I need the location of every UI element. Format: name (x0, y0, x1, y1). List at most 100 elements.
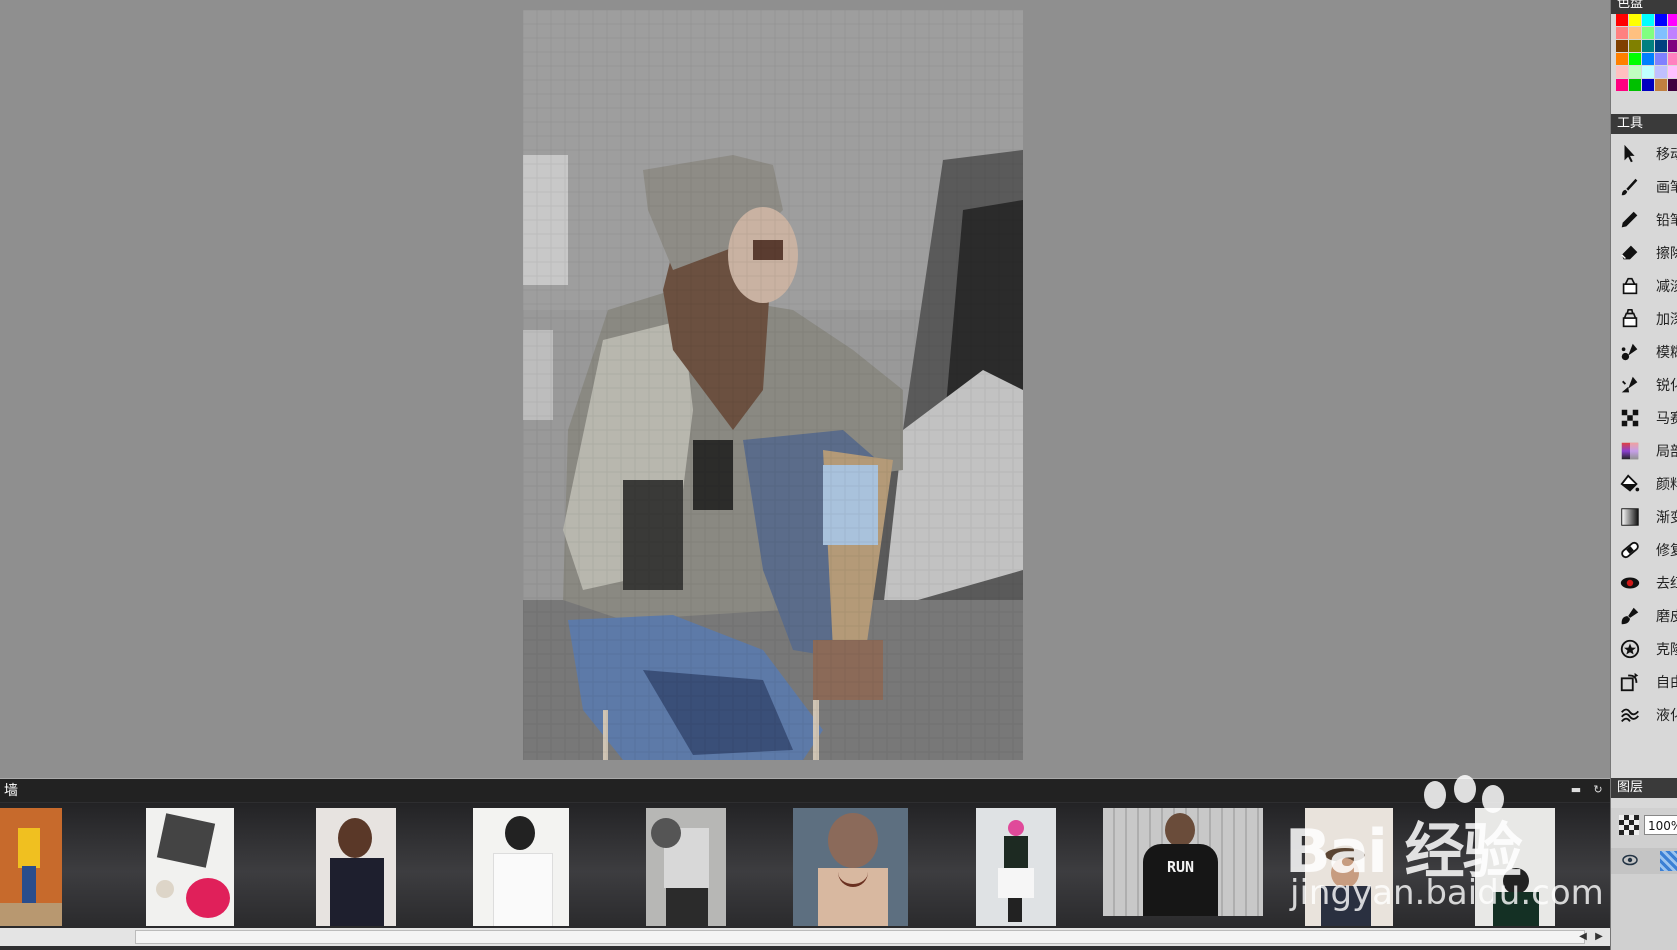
tool-dodge-bucket[interactable]: 减淡 (1611, 269, 1677, 302)
color-palette (1616, 14, 1677, 91)
palette-swatch[interactable] (1655, 66, 1667, 78)
thumbnail[interactable] (473, 808, 569, 926)
palette-swatch[interactable] (1642, 66, 1654, 78)
palette-swatch[interactable] (1616, 79, 1628, 91)
tool-label: 颜料 (1656, 476, 1677, 493)
wall-header: 墙 ▬ ↻ (0, 778, 1610, 802)
palette-swatch[interactable] (1655, 27, 1667, 39)
palette-swatch[interactable] (1668, 27, 1677, 39)
eye-icon[interactable] (1622, 854, 1638, 870)
red-eye-icon (1619, 572, 1641, 594)
palette-swatch[interactable] (1655, 14, 1667, 26)
thumbnail-strip: RUN (0, 803, 1610, 928)
tool-label: 马赛克 (1656, 410, 1677, 427)
smooth-skin-icon (1619, 605, 1641, 627)
scroll-left-arrow[interactable]: ◀ (1576, 929, 1590, 945)
palette-swatch[interactable] (1629, 40, 1641, 52)
local-color-icon (1619, 440, 1641, 462)
palette-swatch[interactable] (1629, 53, 1641, 65)
mosaic-icon (1619, 407, 1641, 429)
scroll-right-arrow[interactable]: ▶ (1592, 929, 1606, 945)
thumbnail[interactable] (1475, 808, 1555, 926)
eraser-icon (1619, 242, 1641, 264)
tool-paint-bucket[interactable]: 颜料 (1611, 467, 1677, 500)
tool-label: 模糊 (1656, 344, 1677, 361)
tool-move-arrow[interactable]: 移动 (1611, 137, 1677, 170)
tool-pencil[interactable]: 铅笔 (1611, 203, 1677, 236)
palette-swatch[interactable] (1668, 79, 1677, 91)
tool-bandage[interactable]: 修复 (1611, 533, 1677, 566)
palette-swatch[interactable] (1668, 66, 1677, 78)
brush-icon (1619, 176, 1641, 198)
palette-swatch[interactable] (1642, 53, 1654, 65)
tool-label: 擦除 (1656, 245, 1677, 262)
edited-photo[interactable] (523, 10, 1023, 760)
layers-panel: 100% (1611, 808, 1677, 950)
tool-free-transform[interactable]: 自由变换 (1611, 665, 1677, 698)
palette-swatch[interactable] (1642, 40, 1654, 52)
scrollbar-thumb[interactable] (135, 930, 1585, 944)
tool-local-color[interactable]: 局部 (1611, 434, 1677, 467)
tool-blur-drops[interactable]: 模糊 (1611, 335, 1677, 368)
tool-burn-bucket[interactable]: 加深 (1611, 302, 1677, 335)
blur-drops-icon (1619, 341, 1641, 363)
palette-swatch[interactable] (1616, 40, 1628, 52)
palette-swatch[interactable] (1629, 27, 1641, 39)
thumbnail[interactable] (976, 808, 1056, 926)
palette-swatch[interactable] (1655, 40, 1667, 52)
wall-panel: 墙 ▬ ↻ RUN ◀ ▶ (0, 778, 1610, 950)
tool-smooth-skin[interactable]: 磨皮 (1611, 599, 1677, 632)
paint-bucket-icon (1619, 473, 1641, 495)
thumbnail[interactable]: RUN (1103, 808, 1263, 916)
tool-liquify[interactable]: 液化 (1611, 698, 1677, 731)
palette-swatch[interactable] (1642, 27, 1654, 39)
right-panel: 色盘 工具 移动画笔铅笔擦除减淡加深模糊锐化马赛克局部颜料渐变修复去红眼磨皮克隆… (1610, 0, 1677, 950)
tool-eraser[interactable]: 擦除 (1611, 236, 1677, 269)
opacity-field[interactable]: 100% (1644, 815, 1677, 835)
layer-row[interactable] (1611, 848, 1677, 874)
palette-swatch[interactable] (1616, 66, 1628, 78)
canvas-area[interactable] (0, 0, 1610, 778)
free-transform-icon (1619, 671, 1641, 693)
thumbnail[interactable] (0, 808, 62, 926)
tool-label: 移动 (1656, 146, 1677, 163)
tool-label: 渐变 (1656, 509, 1677, 526)
hoodie-text: RUN (1166, 858, 1195, 876)
palette-swatch[interactable] (1668, 53, 1677, 65)
palette-swatch[interactable] (1642, 14, 1654, 26)
thumbnail[interactable] (316, 808, 396, 926)
tool-brush[interactable]: 画笔 (1611, 170, 1677, 203)
palette-swatch[interactable] (1616, 14, 1628, 26)
layer-thumbnail[interactable] (1660, 851, 1677, 871)
palette-swatch[interactable] (1642, 79, 1654, 91)
palette-swatch[interactable] (1655, 79, 1667, 91)
tool-label: 局部 (1656, 443, 1677, 460)
tool-red-eye[interactable]: 去红眼 (1611, 566, 1677, 599)
thumbnail[interactable] (646, 808, 726, 926)
tool-label: 画笔 (1656, 179, 1677, 196)
tool-sharpen-drops[interactable]: 锐化 (1611, 368, 1677, 401)
layer-grid-icon[interactable] (1619, 815, 1639, 835)
refresh-icon[interactable]: ↻ (1590, 782, 1606, 798)
clone-stamp-icon (1619, 638, 1641, 660)
palette-swatch[interactable] (1616, 53, 1628, 65)
tool-label: 磨皮 (1656, 608, 1677, 625)
folder-icon[interactable]: ▬ (1568, 782, 1584, 798)
palette-swatch[interactable] (1629, 66, 1641, 78)
palette-swatch[interactable] (1668, 40, 1677, 52)
palette-swatch[interactable] (1668, 14, 1677, 26)
palette-swatch[interactable] (1629, 79, 1641, 91)
palette-swatch[interactable] (1629, 14, 1641, 26)
tool-gradient[interactable]: 渐变 (1611, 500, 1677, 533)
thumbnail[interactable] (1305, 808, 1393, 926)
horizontal-scrollbar[interactable]: ◀ ▶ (0, 928, 1610, 946)
tool-mosaic[interactable]: 马赛克 (1611, 401, 1677, 434)
thumbnail[interactable] (793, 808, 908, 926)
gradient-icon (1619, 506, 1641, 528)
tool-clone-stamp[interactable]: 克隆 (1611, 632, 1677, 665)
thumbnail[interactable] (146, 808, 234, 926)
palette-swatch[interactable] (1655, 53, 1667, 65)
tool-label: 去红眼 (1656, 575, 1677, 592)
tool-list: 移动画笔铅笔擦除减淡加深模糊锐化马赛克局部颜料渐变修复去红眼磨皮克隆自由变换液化 (1611, 137, 1677, 731)
palette-swatch[interactable] (1616, 27, 1628, 39)
